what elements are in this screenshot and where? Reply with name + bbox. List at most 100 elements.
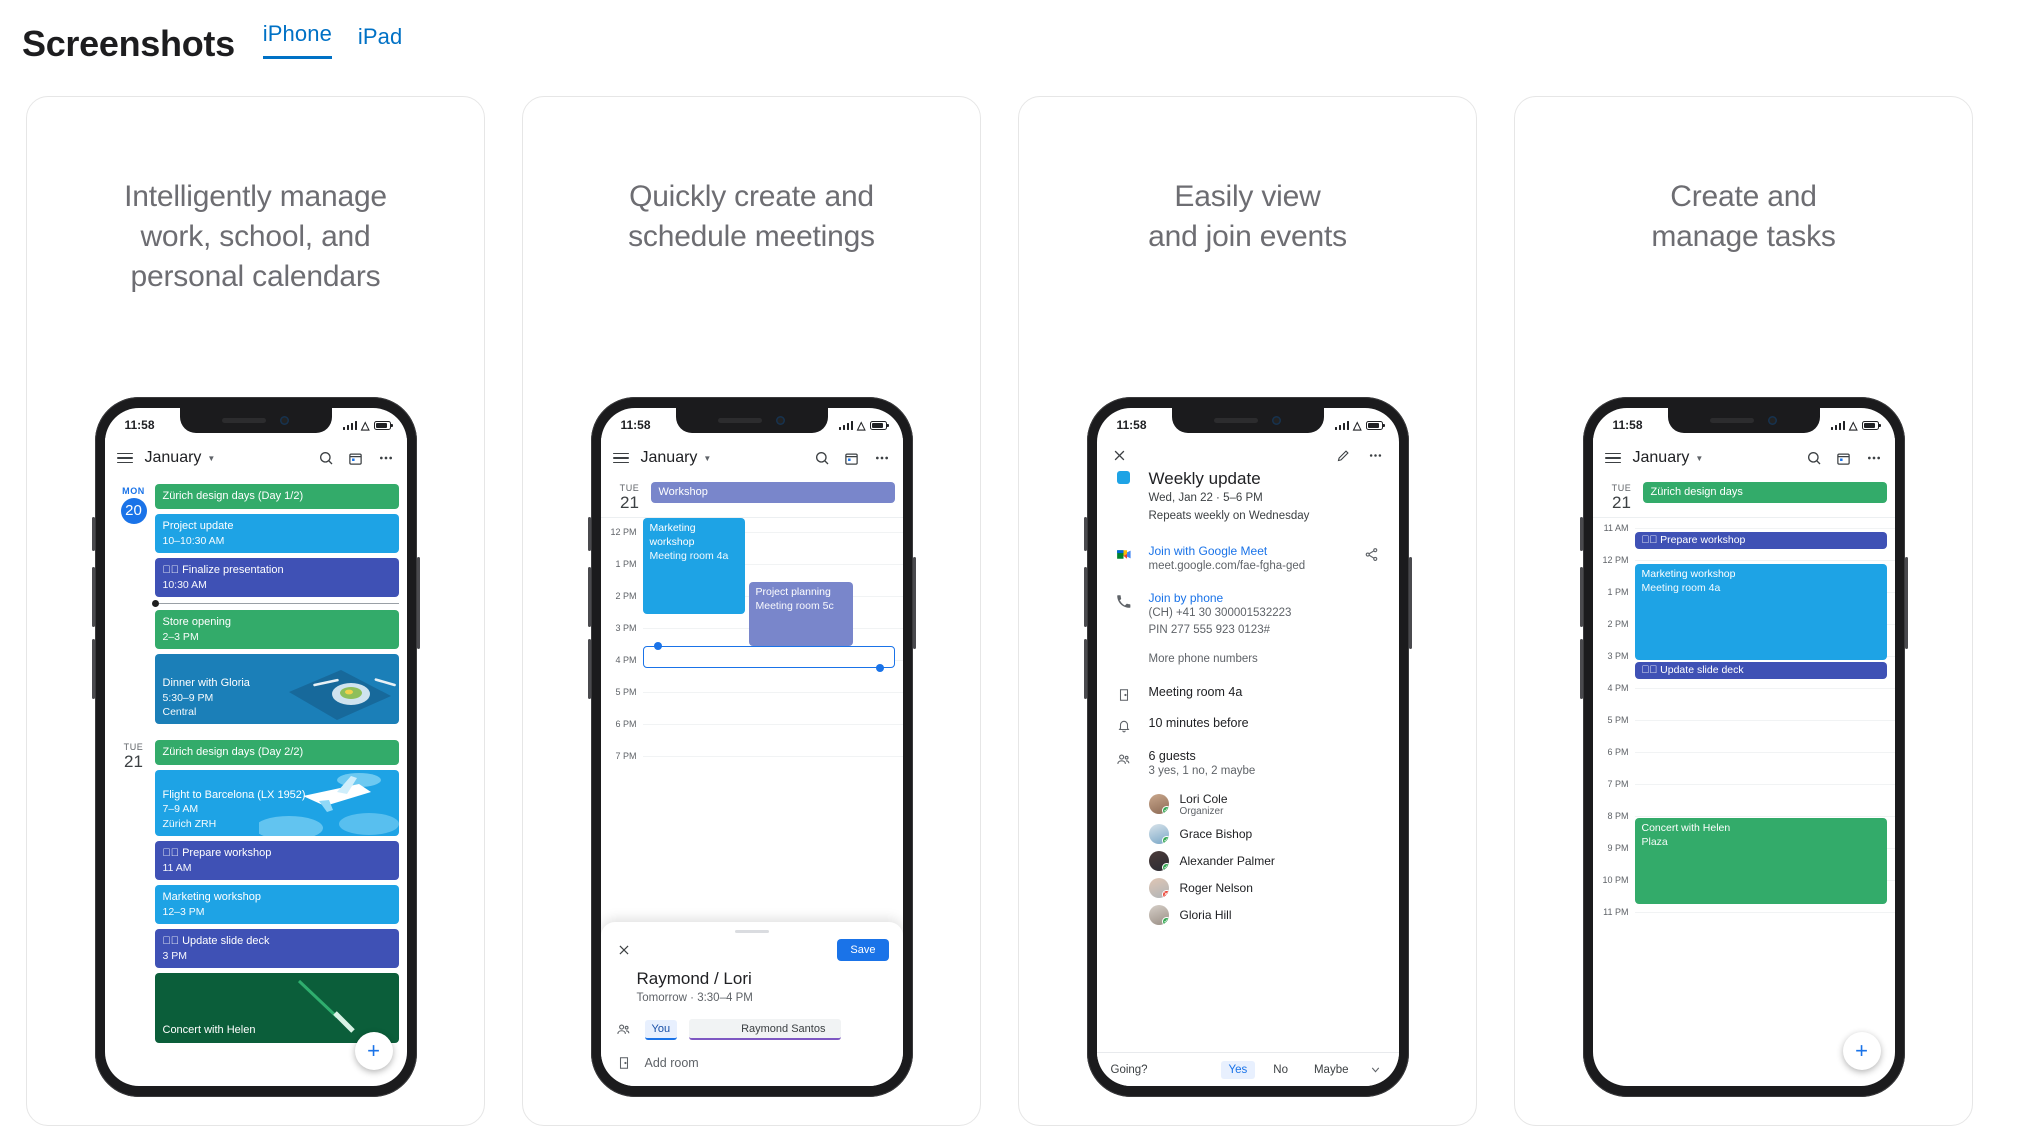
guest-list-item[interactable]: ✓ Grace Bishop <box>1097 820 1399 847</box>
more-icon[interactable] <box>1865 449 1883 467</box>
all-day-event-chip[interactable]: Workshop <box>650 482 895 503</box>
hour-label: 2 PM <box>1607 619 1629 630</box>
status-time: 11:58 <box>620 418 651 432</box>
grid-task[interactable]: ✓⃝ Prepare workshop <box>1634 532 1887 550</box>
all-day-event-chip[interactable]: Zürich design days <box>1642 482 1887 503</box>
chevron-down-icon[interactable] <box>1367 1061 1385 1079</box>
event-create-sheet[interactable]: Save Raymond / Lori Tomorrow · 3:30–4 PM… <box>600 922 903 1086</box>
tab-ipad[interactable]: iPad <box>358 24 402 59</box>
screenshot-card-3[interactable]: Easily view and join events 11:58 △ Week… <box>1018 96 1477 1126</box>
guest-list-item[interactable]: ✓ Lori Cole Organizer <box>1097 784 1399 821</box>
guests-summary-row[interactable]: 6 guests 3 yes, 1 no, 2 maybe <box>1097 737 1399 784</box>
guest-chip-you[interactable]: You <box>644 1019 678 1040</box>
status-bar: 11:58 △ <box>105 408 407 438</box>
hour-grid[interactable]: 11 AM 12 PM 1 PM 2 PM 3 PM 4 PM 5 PM 6 P… <box>1593 518 1895 944</box>
event-title: Marketing workshop <box>649 522 696 549</box>
search-icon[interactable] <box>813 449 831 467</box>
calendar-icon[interactable] <box>347 449 365 467</box>
hamburger-icon[interactable] <box>612 452 629 464</box>
room-row[interactable]: Meeting room 4a <box>1097 673 1399 706</box>
event-detail-view[interactable]: Weekly update Wed, Jan 22 · 5–6 PM Repea… <box>1097 438 1399 1086</box>
chevron-down-icon[interactable]: ▼ <box>207 454 215 463</box>
event-chip-with-art[interactable]: Dinner with Gloria 5:30–9 PM Central <box>154 653 399 724</box>
event-datetime[interactable]: Tomorrow · 3:30–4 PM <box>601 989 903 1012</box>
close-icon[interactable] <box>1111 446 1129 464</box>
event-chip[interactable]: Marketing workshop 12–3 PM <box>154 884 399 924</box>
drag-selection[interactable] <box>642 642 895 673</box>
search-icon[interactable] <box>1805 449 1823 467</box>
room-label: Meeting room 4a <box>1148 684 1243 699</box>
task-chip[interactable]: ✓⃝ Prepare workshop 11 AM <box>154 840 399 880</box>
add-room-row[interactable]: Add room <box>601 1047 903 1086</box>
pencil-icon[interactable] <box>1335 446 1353 464</box>
guest-chip[interactable]: Raymond Santos <box>689 1019 842 1040</box>
sheet-toolbar: Save <box>601 939 903 967</box>
join-by-phone-link[interactable]: Join by phone <box>1149 591 1292 605</box>
guests-row[interactable]: You Raymond Santos <box>601 1012 903 1047</box>
schedule-list[interactable]: MON 20 Zürich design days (Day 1/2) Proj… <box>105 478 407 1086</box>
grid-event[interactable]: Marketing workshop Meeting room 4a <box>642 518 745 615</box>
hour-grid[interactable]: 12 PM 1 PM 2 PM 3 PM 4 PM 5 PM 6 PM 7 PM… <box>601 518 903 788</box>
app-bar: January ▼ <box>600 438 903 478</box>
month-title[interactable]: January <box>641 449 698 467</box>
day-events: Zürich design days (Day 1/2) Project upd… <box>151 484 399 724</box>
phone-frame: 11:58 △ January ▼ <box>587 397 916 1097</box>
tab-iphone[interactable]: iPhone <box>262 21 332 59</box>
screenshot-card-4[interactable]: Create and manage tasks 11:58 △ January … <box>1514 96 1973 1126</box>
event-chip[interactable]: Zürich design days (Day 1/2) <box>154 484 399 509</box>
event-chip[interactable]: Store opening 2–3 PM <box>154 609 399 649</box>
guest-list-item[interactable]: ✕ Roger Nelson <box>1097 874 1399 901</box>
day-grid-view[interactable]: TUE 21 Zürich design days 11 AM 12 PM 1 … <box>1592 478 1895 1086</box>
sheet-grabber[interactable] <box>734 930 769 933</box>
caption-line: manage tasks <box>1651 219 1836 253</box>
month-title[interactable]: January <box>145 449 202 467</box>
chevron-down-icon[interactable]: ▼ <box>1695 454 1703 463</box>
search-icon[interactable] <box>317 449 335 467</box>
event-title-field[interactable]: Raymond / Lori <box>601 967 903 989</box>
more-icon[interactable] <box>377 449 395 467</box>
create-event-fab[interactable]: + <box>354 1032 393 1070</box>
event-chip-with-art[interactable]: Concert with Helen <box>154 972 399 1043</box>
close-icon[interactable] <box>615 941 633 959</box>
guest-list-item[interactable]: ✓ Alexander Palmer <box>1097 847 1399 874</box>
create-event-fab[interactable]: + <box>1842 1032 1881 1070</box>
join-by-phone-row[interactable]: Join by phone (CH) +41 30 300001532223 P… <box>1097 579 1399 644</box>
calendar-icon[interactable] <box>1835 449 1853 467</box>
save-button[interactable]: Save <box>837 939 889 961</box>
share-icon[interactable] <box>1361 544 1383 575</box>
rsvp-bar[interactable]: Going? Yes No Maybe <box>1096 1052 1399 1086</box>
event-chip[interactable]: Zürich design days (Day 2/2) <box>154 739 399 765</box>
screenshot-card-2[interactable]: Quickly create and schedule meetings 11:… <box>522 96 981 1126</box>
app-bar: January ▼ <box>104 438 407 478</box>
join-meet-link[interactable]: Join with Google Meet <box>1149 544 1347 558</box>
more-icon[interactable] <box>1367 446 1385 464</box>
rsvp-maybe-button[interactable]: Maybe <box>1306 1061 1357 1079</box>
google-meet-row[interactable]: Join with Google Meet meet.google.com/fa… <box>1097 530 1399 579</box>
grid-event[interactable]: Project planning Meeting room 5c <box>748 582 853 647</box>
hour-label: 7 PM <box>615 751 637 762</box>
task-chip[interactable]: ✓⃝ Finalize presentation 10:30 AM <box>154 557 399 597</box>
event-chip-with-art[interactable]: Flight to Barcelona (LX 1952) 7–9 AM Zür… <box>154 769 399 836</box>
more-phone-numbers-link[interactable]: More phone numbers <box>1149 651 1258 668</box>
hamburger-icon[interactable] <box>116 452 133 464</box>
drag-handle-start[interactable] <box>653 642 662 651</box>
event-chip[interactable]: Project update 10–10:30 AM <box>154 513 399 553</box>
hour-label: 9 PM <box>1607 843 1629 854</box>
hamburger-icon[interactable] <box>1604 452 1621 464</box>
grid-event[interactable]: Concert with Helen Plaza <box>1634 818 1887 905</box>
task-chip[interactable]: ✓⃝ Update slide deck 3 PM <box>154 928 399 968</box>
guest-list-item[interactable]: ✓ Gloria Hill <box>1097 901 1399 928</box>
more-icon[interactable] <box>873 449 891 467</box>
rsvp-no-button[interactable]: No <box>1265 1061 1296 1079</box>
month-title[interactable]: January <box>1633 449 1690 467</box>
add-room-label[interactable]: Add room <box>645 1056 699 1070</box>
rsvp-yes-button[interactable]: Yes <box>1220 1060 1256 1079</box>
event-location: Central <box>162 705 197 718</box>
chevron-down-icon[interactable]: ▼ <box>703 454 711 463</box>
grid-event[interactable]: Marketing workshop Meeting room 4a <box>1634 564 1887 661</box>
calendar-icon[interactable] <box>843 449 861 467</box>
screenshot-card-1[interactable]: Intelligently manage work, school, and p… <box>26 96 485 1126</box>
reminder-row[interactable]: 10 minutes before <box>1097 706 1399 737</box>
more-phone-numbers-row[interactable]: More phone numbers <box>1097 643 1399 672</box>
grid-task[interactable]: ✓⃝ Update slide deck <box>1634 662 1887 680</box>
